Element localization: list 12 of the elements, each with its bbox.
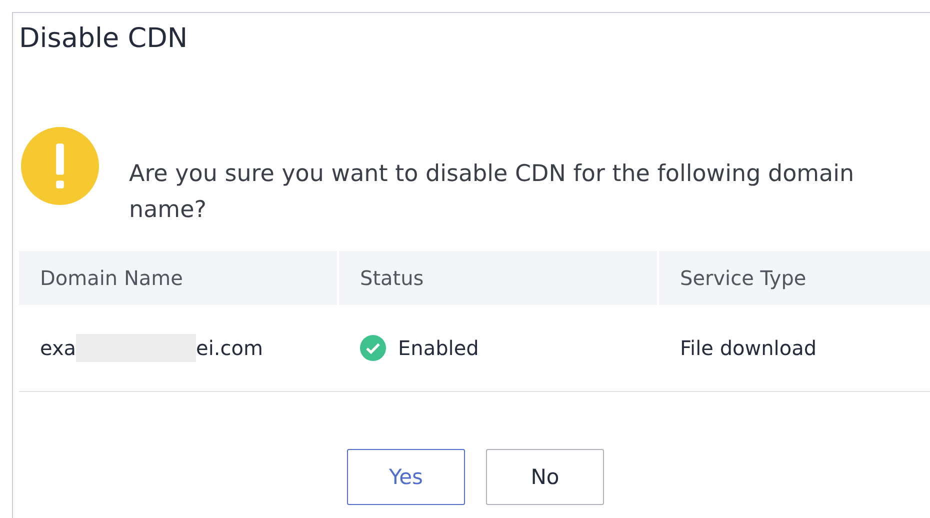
no-button[interactable]: No <box>486 449 604 505</box>
status-text: Enabled <box>398 336 479 360</box>
dialog-title: Disable CDN <box>19 22 188 56</box>
column-header: Status <box>339 251 659 305</box>
table-cell: exa <box>40 336 76 360</box>
table-cell: ei.com <box>196 336 263 360</box>
column-header: Service Type <box>659 251 930 305</box>
confirm-message: Are you sure you want to disable CDN for the following domain name? <box>129 160 856 225</box>
warning-icon <box>21 127 99 205</box>
column-header: Domain Name <box>19 251 339 305</box>
table-cell: File download <box>680 336 817 360</box>
yes-button[interactable]: Yes <box>347 449 465 505</box>
